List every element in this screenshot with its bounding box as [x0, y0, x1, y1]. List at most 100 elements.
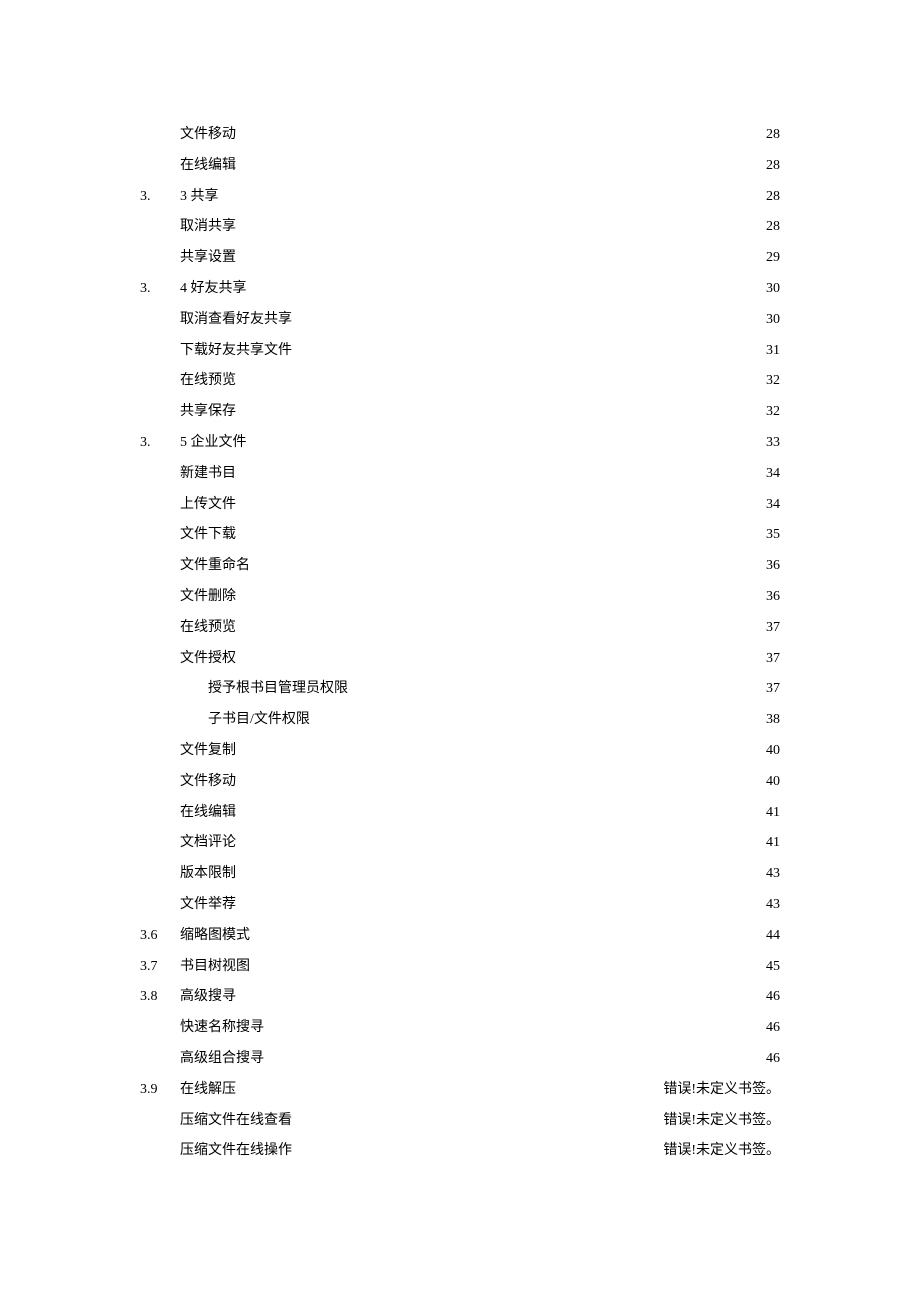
toc-row: 在线编辑 28	[140, 151, 780, 182]
toc-page-number[interactable]: 28	[756, 120, 780, 151]
toc-page-number[interactable]: 40	[756, 736, 780, 767]
toc-page-number[interactable]: 41	[756, 798, 780, 829]
toc-page-number[interactable]: 28	[756, 182, 780, 213]
toc-entry-title[interactable]: 共享保存	[180, 397, 236, 428]
toc-section-number: 3.8	[140, 982, 180, 1013]
toc-row: 共享设置 29	[140, 243, 780, 274]
toc-entry-title[interactable]: 授予根书目管理员权限	[208, 674, 348, 705]
toc-entry-title[interactable]: 在线解压	[180, 1075, 236, 1106]
toc-page-number[interactable]: 40	[756, 767, 780, 798]
toc-page-number[interactable]: 错误!未定义书签。	[663, 1106, 780, 1137]
toc-entry-title[interactable]: 书目树视图	[180, 952, 250, 983]
toc-entry-title[interactable]: 取消共享	[180, 212, 236, 243]
toc-page-number[interactable]: 36	[756, 551, 780, 582]
toc-entry-title[interactable]: 上传文件	[180, 490, 236, 521]
toc-entry-title[interactable]: 高级搜寻	[180, 982, 236, 1013]
toc-page-number[interactable]: 37	[756, 674, 780, 705]
toc-page-number[interactable]: 46	[756, 1044, 780, 1075]
toc-page-number[interactable]: 43	[756, 890, 780, 921]
toc-page-number[interactable]: 30	[756, 305, 780, 336]
toc-page-number[interactable]: 28	[756, 151, 780, 182]
toc-entry-title[interactable]: 共享设置	[180, 243, 236, 274]
toc-entry-title[interactable]: 3 共享	[180, 182, 219, 213]
toc-row: 文件授权 37	[140, 644, 780, 675]
toc-row: 新建书目 34	[140, 459, 780, 490]
toc-entry-title[interactable]: 在线预览	[180, 366, 236, 397]
toc-entry-title[interactable]: 快速名称搜寻	[180, 1013, 264, 1044]
toc-page-number[interactable]: 41	[756, 828, 780, 859]
toc-row: 压缩文件在线查看 错误!未定义书签。	[140, 1106, 780, 1137]
toc-row: 文件重命名 36	[140, 551, 780, 582]
toc-row: 文件下载 35	[140, 520, 780, 551]
toc-page-number[interactable]: 28	[756, 212, 780, 243]
toc-entry-title[interactable]: 取消查看好友共享	[180, 305, 292, 336]
toc-section-number: 3.	[140, 182, 180, 213]
toc-entry-title[interactable]: 文件删除	[180, 582, 236, 613]
toc-section-number: 3.6	[140, 921, 180, 952]
toc-row: 高级组合搜寻 46	[140, 1044, 780, 1075]
toc-entry-title[interactable]: 5 企业文件	[180, 428, 247, 459]
toc-row: 文件举荐 43	[140, 890, 780, 921]
toc-entry-title[interactable]: 文档评论	[180, 828, 236, 859]
toc-page-number[interactable]: 32	[756, 397, 780, 428]
toc-entry-title[interactable]: 4 好友共享	[180, 274, 247, 305]
toc-row: 取消查看好友共享 30	[140, 305, 780, 336]
toc-entry-title[interactable]: 文件移动	[180, 767, 236, 798]
toc-row: 3.4 好友共享30	[140, 274, 780, 305]
toc-page-number[interactable]: 31	[756, 336, 780, 367]
toc-page-number[interactable]: 36	[756, 582, 780, 613]
toc-row: 子书目/文件权限 38	[140, 705, 780, 736]
toc-row: 在线预览 32	[140, 366, 780, 397]
toc-page-number[interactable]: 33	[756, 428, 780, 459]
toc-entry-title[interactable]: 文件复制	[180, 736, 236, 767]
toc-page-number[interactable]: 错误!未定义书签。	[663, 1075, 780, 1106]
toc-entry-title[interactable]: 压缩文件在线查看	[180, 1106, 292, 1137]
toc-entry-title[interactable]: 版本限制	[180, 859, 236, 890]
toc-row: 授予根书目管理员权限 37	[140, 674, 780, 705]
toc-row: 3.7书目树视图 45	[140, 952, 780, 983]
toc-entry-title[interactable]: 在线预览	[180, 613, 236, 644]
toc-entry-title[interactable]: 缩略图模式	[180, 921, 250, 952]
toc-row: 文件复制 40	[140, 736, 780, 767]
toc-entry-title[interactable]: 文件下载	[180, 520, 236, 551]
toc-page-number[interactable]: 34	[756, 490, 780, 521]
toc-page-number[interactable]: 32	[756, 366, 780, 397]
toc-entry-title[interactable]: 文件移动	[180, 120, 236, 151]
toc-row: 3.6缩略图模式 44	[140, 921, 780, 952]
toc-section-number: 3.7	[140, 952, 180, 983]
toc-row: 文件移动 40	[140, 767, 780, 798]
toc-entry-title[interactable]: 新建书目	[180, 459, 236, 490]
toc-row: 3.3 共享 28	[140, 182, 780, 213]
toc-row: 上传文件 34	[140, 490, 780, 521]
toc-page-number[interactable]: 46	[756, 1013, 780, 1044]
toc-entry-title[interactable]: 压缩文件在线操作	[180, 1136, 292, 1167]
toc-page-number[interactable]: 44	[756, 921, 780, 952]
toc-page-number[interactable]: 37	[756, 644, 780, 675]
toc-page-number[interactable]: 29	[756, 243, 780, 274]
toc-row: 文件移动 28	[140, 120, 780, 151]
toc-entry-title[interactable]: 子书目/文件权限	[208, 705, 310, 736]
toc-page-number[interactable]: 37	[756, 613, 780, 644]
toc-entry-title[interactable]: 在线编辑	[180, 798, 236, 829]
toc-row: 压缩文件在线操作 错误!未定义书签。	[140, 1136, 780, 1167]
toc-entry-title[interactable]: 高级组合搜寻	[180, 1044, 264, 1075]
toc-entry-title[interactable]: 文件授权	[180, 644, 236, 675]
toc-page-number[interactable]: 30	[756, 274, 780, 305]
toc-row: 3.9在线解压 错误!未定义书签。	[140, 1075, 780, 1106]
toc-entry-title[interactable]: 下载好友共享文件	[180, 336, 292, 367]
toc-page-number[interactable]: 35	[756, 520, 780, 551]
toc-row: 取消共享 28	[140, 212, 780, 243]
toc-section-number: 3.	[140, 428, 180, 459]
toc-section-number: 3.9	[140, 1075, 180, 1106]
toc-page-number[interactable]: 45	[756, 952, 780, 983]
toc-page-number[interactable]: 34	[756, 459, 780, 490]
toc-page-number[interactable]: 38	[756, 705, 780, 736]
toc-entry-title[interactable]: 在线编辑	[180, 151, 236, 182]
toc-entry-title[interactable]: 文件重命名	[180, 551, 250, 582]
toc-page-number[interactable]: 错误!未定义书签。	[663, 1136, 780, 1167]
toc-row: 文件删除 36	[140, 582, 780, 613]
toc-row: 文档评论 41	[140, 828, 780, 859]
toc-entry-title[interactable]: 文件举荐	[180, 890, 236, 921]
toc-page-number[interactable]: 43	[756, 859, 780, 890]
toc-page-number[interactable]: 46	[756, 982, 780, 1013]
